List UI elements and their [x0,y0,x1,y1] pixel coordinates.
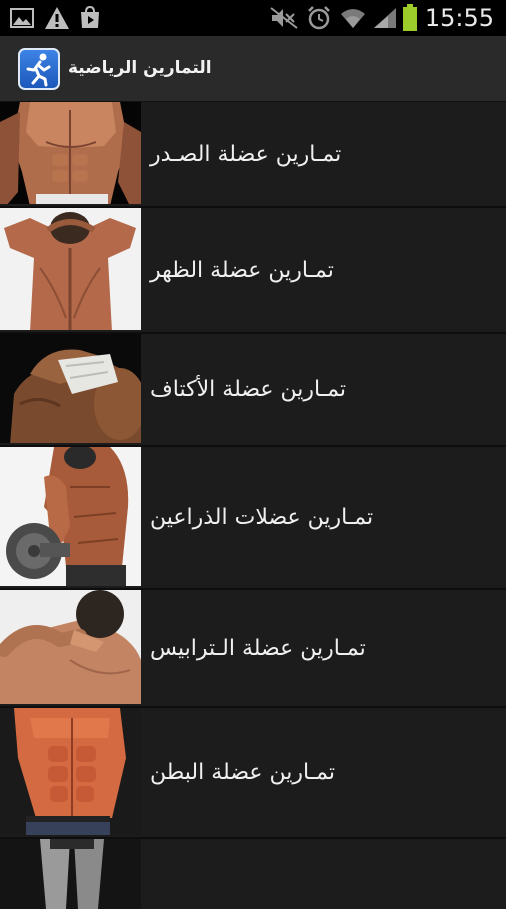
status-bar: 15:55 [0,0,506,36]
list-item-label: تمـارين عضلة البطن [150,760,336,785]
list-item-abs[interactable]: تمـارين عضلة البطن [0,708,506,839]
status-time: 15:55 [424,4,494,32]
action-bar: التمارين الرياضية [0,36,506,102]
list-item-trapezius[interactable]: تمـارين عضلة الـترابيس [0,590,506,708]
list-item-chest[interactable]: تمـارين عضلة الصـدر [0,102,506,208]
play-store-icon [78,0,102,36]
list-item-label: تمـارين عضلات الذراعين [150,505,374,530]
back-photo [0,208,141,330]
alarm-icon [306,0,332,36]
app-logo[interactable] [18,48,60,90]
list-item-label: تمـارين عضلة الـترابيس [150,635,366,661]
shoulders-photo [0,334,141,443]
list-item-label: تمـارين عضلة الصـدر [150,141,342,167]
runner-icon [18,48,60,94]
arms-photo [0,447,141,586]
legs-photo [0,839,141,909]
list-item-legs[interactable] [0,839,506,909]
abs-photo [0,708,141,835]
list-item-label [150,839,492,909]
wifi-icon [340,0,366,36]
battery-icon [402,0,418,36]
list-item-back[interactable]: تمـارين عضلة الظهر [0,208,506,334]
list-item-shoulders[interactable]: تمـارين عضلة الأكتاف [0,334,506,447]
mute-icon [270,0,298,36]
gallery-icon [10,0,34,36]
app-title: التمارين الرياضية [68,58,212,78]
warning-icon [44,0,70,36]
list-item-label: تمـارين عضلة الأكتاف [150,377,347,402]
list-item-arms[interactable]: تمـارين عضلات الذراعين [0,447,506,590]
exercise-list: تمـارين عضلة الصـدر تمـارين عضلة الظهر ت… [0,102,506,909]
list-item-label: تمـارين عضلة الظهر [150,257,334,283]
signal-icon [372,0,398,36]
trapezius-photo [0,590,141,704]
chest-photo [0,102,141,204]
